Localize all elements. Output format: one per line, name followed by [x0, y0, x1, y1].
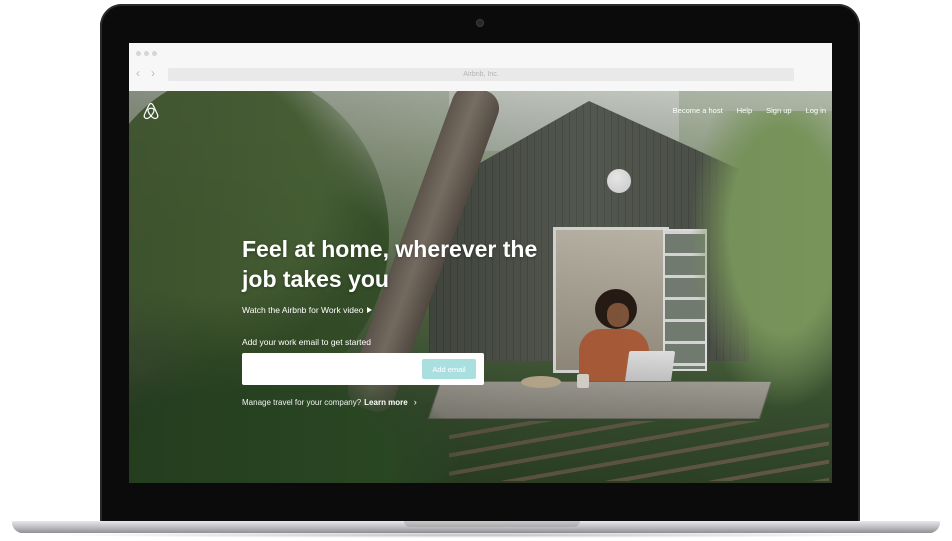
manage-travel-line: Manage travel for your company? Learn mo…: [242, 397, 417, 407]
window-maximize-dot[interactable]: [152, 51, 157, 56]
window-minimize-dot[interactable]: [144, 51, 149, 56]
watch-video-link[interactable]: Watch the Airbnb for Work video: [242, 305, 373, 315]
chevron-left-icon[interactable]: ‹: [136, 65, 140, 81]
window-close-dot[interactable]: [136, 51, 141, 56]
add-email-button[interactable]: Add email: [422, 359, 476, 379]
laptop-shadow: [40, 532, 912, 538]
chevron-right-icon: ›: [413, 397, 417, 407]
address-bar[interactable]: Airbnb, Inc.: [168, 68, 794, 81]
email-form: Add email: [242, 353, 484, 385]
learn-more-link[interactable]: Learn more: [364, 398, 408, 407]
play-icon: [367, 307, 373, 313]
manage-travel-text: Manage travel for your company?: [242, 397, 362, 407]
laptop-notch: [404, 521, 580, 527]
nav-help[interactable]: Help: [737, 106, 752, 115]
chevron-right-icon[interactable]: ›: [151, 65, 155, 81]
browser-toolbar: ‹ › Airbnb, Inc.: [129, 43, 832, 92]
nav-log-in[interactable]: Log in: [806, 106, 826, 115]
camera-icon: [477, 20, 483, 26]
email-label: Add your work email to get started: [242, 337, 371, 347]
email-field[interactable]: [248, 359, 422, 381]
screen: ‹ › Airbnb, Inc. Become a host Help Sign: [129, 43, 832, 483]
nav-become-host[interactable]: Become a host: [673, 106, 723, 115]
hero-headline: Feel at home, wherever the job takes you: [242, 236, 538, 292]
hero-section: Become a host Help Sign up Log in Feel a…: [129, 91, 832, 483]
airbnb-logo-icon[interactable]: [143, 102, 159, 120]
top-navigation: Become a host Help Sign up Log in: [673, 106, 826, 115]
nav-sign-up[interactable]: Sign up: [766, 106, 791, 115]
watch-video-label: Watch the Airbnb for Work video: [242, 305, 364, 315]
